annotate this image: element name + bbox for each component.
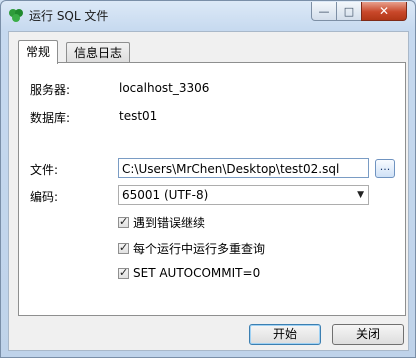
encoding-selected-value: 65001 (UTF-8)	[122, 188, 209, 202]
server-label: 服务器:	[30, 83, 71, 97]
option-multiple-queries[interactable]: ✓ 每个运行中运行多重查询	[118, 240, 265, 257]
checkbox[interactable]: ✓	[118, 215, 129, 228]
title-bar[interactable]: 运行 SQL 文件 — □ ✕	[1, 1, 415, 29]
option-label: 每个运行中运行多重查询	[133, 242, 266, 256]
dialog-body: 常规 信息日志 服务器: localhost_3306 数据库: test01 …	[8, 31, 409, 351]
database-value: test01	[119, 109, 158, 123]
app-logo-icon	[8, 7, 24, 23]
close-button[interactable]: 关闭	[332, 324, 404, 345]
minimize-button[interactable]: —	[311, 2, 337, 21]
encoding-label: 编码:	[30, 190, 59, 204]
file-path-input[interactable]: C:\Users\MrChen\Desktop\test02.sql	[118, 158, 369, 178]
tab-info-log[interactable]: 信息日志	[66, 42, 131, 63]
option-label: SET AUTOCOMMIT=0	[133, 266, 261, 280]
check-icon: ✓	[119, 241, 129, 254]
start-button[interactable]: 开始	[249, 324, 321, 345]
database-label: 数据库:	[30, 111, 71, 125]
option-label: 遇到错误继续	[133, 216, 206, 230]
check-icon: ✓	[119, 265, 129, 279]
general-tab-panel: 服务器: localhost_3306 数据库: test01 文件: C:\U…	[18, 62, 406, 316]
maximize-button[interactable]: □	[336, 2, 362, 21]
option-autocommit[interactable]: ✓ SET AUTOCOMMIT=0	[118, 266, 260, 280]
server-value: localhost_3306	[119, 81, 210, 95]
option-continue-on-error[interactable]: ✓ 遇到错误继续	[118, 214, 205, 231]
file-label: 文件:	[30, 163, 59, 177]
check-icon: ✓	[119, 215, 129, 228]
encoding-select[interactable]: 65001 (UTF-8) ▼	[118, 185, 369, 205]
window-title: 运行 SQL 文件	[29, 9, 109, 23]
checkbox[interactable]: ✓	[118, 241, 129, 254]
tab-general[interactable]: 常规	[18, 40, 59, 64]
browse-file-button[interactable]: ...	[375, 159, 395, 178]
dialog-window: 运行 SQL 文件 — □ ✕ 常规 信息日志 服务器: localhost_3…	[0, 0, 416, 358]
chevron-down-icon: ▼	[357, 190, 364, 200]
close-window-button[interactable]: ✕	[361, 2, 407, 21]
checkbox[interactable]: ✓	[118, 265, 129, 279]
